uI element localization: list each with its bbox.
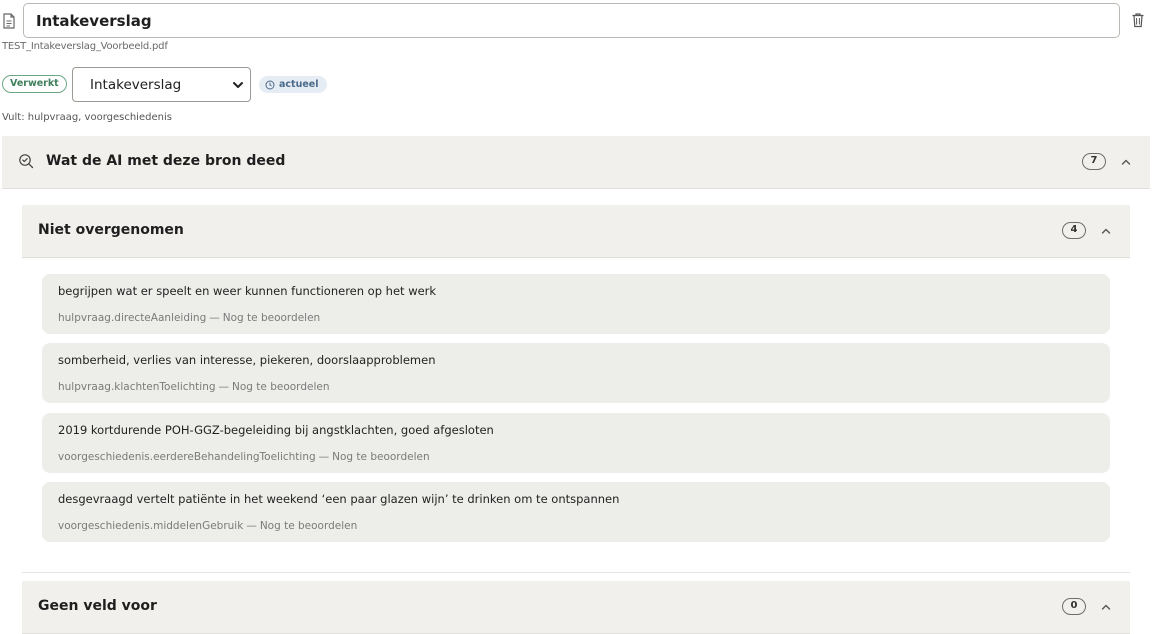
document-type-selected: Intakeverslag <box>90 77 182 93</box>
document-filename: TEST_Intakeverslag_Voorbeeld.pdf <box>2 41 168 52</box>
item-text: desgevraagd vertelt patiënte in het week… <box>58 492 620 506</box>
chevron-up-icon[interactable] <box>1100 601 1112 613</box>
item-meta: hulpvraag.directeAanleiding — Nog te beoor… <box>58 312 321 324</box>
list-item[interactable]: begrijpen wat er speelt en weer kunnen f… <box>42 274 1110 334</box>
item-meta: hulpvraag.klachtenToelichting — Nog te beo… <box>58 381 330 393</box>
chevron-down-icon <box>233 82 243 88</box>
divider <box>22 572 1130 573</box>
list-item[interactable]: somberheid, verlies van interesse, pieke… <box>42 343 1110 403</box>
item-meta: voorgeschiedenis.eerdereBehandelingToeli… <box>58 451 430 463</box>
list-item[interactable]: desgevraagd vertelt patiënte in het week… <box>42 482 1110 542</box>
ai-section-count: 7 <box>1082 153 1106 170</box>
item-text: 2019 kortdurende POH-GGZ-begeleiding bij… <box>58 423 494 437</box>
clock-icon <box>265 80 275 89</box>
item-meta: voorgeschiedenis.middelenGebruik — Nog te … <box>58 520 358 532</box>
chevron-up-icon[interactable] <box>1100 225 1112 237</box>
trash-icon[interactable] <box>1131 12 1145 28</box>
item-text: begrijpen wat er speelt en weer kunnen f… <box>58 284 437 298</box>
not-taken-count: 4 <box>1062 222 1086 239</box>
ai-section-body: Niet overgenomen 4 begrijpen wat er spee… <box>22 189 1130 634</box>
item-text: somberheid, verlies van interesse, pieke… <box>58 353 436 367</box>
ai-section-title: Wat de AI met deze bron deed <box>46 153 286 169</box>
status-badge: Verwerkt <box>2 75 67 93</box>
version-badge: actueel <box>259 76 327 93</box>
chevron-up-icon[interactable] <box>1120 156 1132 168</box>
not-taken-title: Niet overgenomen <box>38 222 184 238</box>
ai-section-header[interactable]: Wat de AI met deze bron deed 7 <box>2 136 1150 189</box>
document-title-input[interactable] <box>23 3 1120 38</box>
fills-fields-text: Vult: hulpvraag, voorgeschiedenis <box>2 112 172 123</box>
search-check-icon <box>19 154 34 169</box>
no-field-title: Geen veld voor <box>38 598 157 614</box>
not-taken-header[interactable]: Niet overgenomen 4 <box>22 205 1130 258</box>
version-badge-label: actueel <box>279 79 319 90</box>
document-type-select[interactable]: Intakeverslag <box>72 67 251 102</box>
document-icon <box>3 13 15 29</box>
no-field-count: 0 <box>1062 598 1086 615</box>
list-item[interactable]: 2019 kortdurende POH-GGZ-begeleiding bij… <box>42 413 1110 473</box>
no-field-header[interactable]: Geen veld voor 0 <box>22 581 1130 634</box>
